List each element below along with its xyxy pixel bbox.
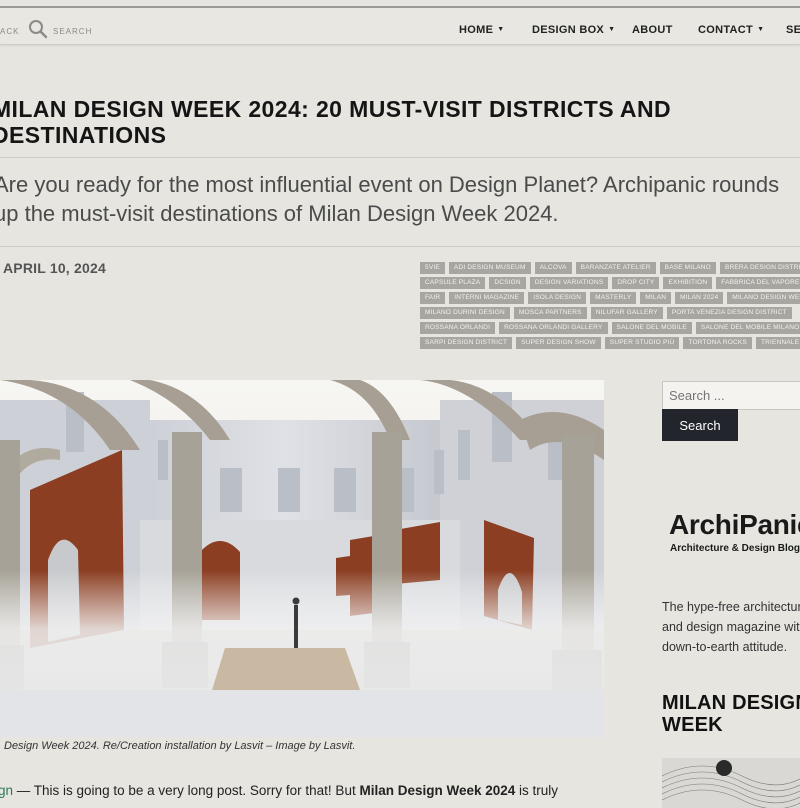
nav-about-label: ABOUT [632,24,673,36]
title-divider [0,157,800,158]
tag-link[interactable]: SUPER DESIGN SHOW [516,337,601,349]
search-icon[interactable] [28,19,48,39]
tag-link[interactable]: SARPI DESIGN DISTRICT [420,337,513,349]
tag-link[interactable]: FAIR [420,292,446,304]
body-bold-text: Milan Design Week 2024 [359,783,516,798]
caret-down-icon: ▼ [497,26,505,33]
post-date: APRIL 10, 2024 [3,260,106,276]
tag-link[interactable]: BASE MILANO [659,262,716,274]
caption-credit: Image by Lasvit. [275,740,356,752]
body-link[interactable]: gn [0,783,13,798]
tag-link[interactable]: SUPER STUDIO PIÙ [604,337,680,349]
tag-link[interactable]: SALONE DEL MOBILE MILANO [695,322,800,334]
tag-link[interactable]: BRERA DESIGN DISTRICT [719,262,800,274]
nav-search-item-label: SE [786,24,800,36]
article-subtitle: Are you ready for the most influential e… [0,172,780,226]
tag-link[interactable]: BARANZATE ATELIER [575,262,656,274]
main-navigation: ACK SEARCH HOME ▼ DESIGN BOX ▼ ABOUT CONTA… [0,8,800,45]
nav-contact[interactable]: CONTACT ▼ [698,24,764,36]
nav-home[interactable]: HOME ▼ [459,24,504,36]
tag-link[interactable]: DCSIGN [489,277,526,289]
caret-down-icon: ▼ [608,26,616,33]
tag-link[interactable]: TRIENNALE [755,337,800,349]
tag-link[interactable]: ROSSANA ORLANDI [420,322,496,334]
tag-link[interactable]: 5VIE [420,262,445,274]
nav-about[interactable]: ABOUT [632,24,673,36]
courtyard-installation-image [0,380,604,737]
nav-contact-label: CONTACT [698,24,754,36]
tag-link[interactable]: TORTONA ROCKS [683,337,752,349]
nav-left-fragment[interactable]: ACK [0,27,19,36]
logo-tagline: Architecture & Design Blogazine [670,543,800,554]
tag-link[interactable]: NILUFAR GALLERY [590,307,663,319]
tag-link[interactable]: MASTERLY [590,292,637,304]
tag-link[interactable]: DESIGN VARIATIONS [529,277,609,289]
tag-link[interactable]: MILANO DURINI DESIGN [420,307,510,319]
sidebar-heading: MILAN DESIGN WEEK [662,692,800,736]
tag-link[interactable]: MILANO DESIGN WEEK [727,292,800,304]
tag-link[interactable]: ROSSANA ORLANDI GALLERY [499,322,608,334]
sidebar-thumbnail-image[interactable] [662,758,800,808]
body-text-2: is truly [515,783,559,798]
tag-link[interactable]: SALONE DEL MOBILE [611,322,692,334]
tag-link[interactable]: ALCOVA [534,262,572,274]
caption-text: Design Week 2024. Re/Creation installati… [4,740,276,752]
tag-link[interactable]: MOSCA PARTNERS [513,307,587,319]
tag-link[interactable]: ISOLA DESIGN [528,292,587,304]
sidebar-search-button[interactable]: Search [662,409,738,441]
nav-search-label[interactable]: SEARCH [53,27,92,36]
nav-search-item[interactable]: SE [786,24,800,36]
tag-link[interactable]: ADI DESIGN MUSEUM [448,262,531,274]
article-body-intro: gn — This is going to be a very long pos… [0,783,558,798]
article-title: MILAN DESIGN WEEK 2024: 20 MUST-VISIT DI… [0,96,671,148]
nav-design-box-label: DESIGN BOX [532,24,605,36]
archipanic-logo[interactable]: ArchiPanic [669,509,800,541]
image-caption: Design Week 2024. Re/Creation installati… [4,740,355,752]
tag-link[interactable]: EXHIBITION [663,277,713,289]
nav-design-box[interactable]: DESIGN BOX ▼ [532,24,615,36]
subtitle-divider [0,246,800,247]
tag-link[interactable]: DROP CITY [612,277,660,289]
tag-link[interactable]: MILAN 2024 [675,292,724,304]
sidebar-thumbnail-art [662,758,800,808]
caret-down-icon: ▼ [757,26,765,33]
sidebar-search-input[interactable] [662,381,800,410]
tag-link[interactable]: FABBRICA DEL VAPORE [716,277,800,289]
hero-image [0,380,604,737]
nav-home-label: HOME [459,24,494,36]
tag-link[interactable]: MILAN [640,292,672,304]
tag-cloud: 5VIE ADI DESIGN MUSEUM ALCOVA BARANZATE ATE… [420,262,800,349]
sidebar-description: The hype-free architecture and design ma… [662,600,800,654]
tag-link[interactable]: INTERNI MAGAZINE [449,292,525,304]
body-text-1: — This is going to be a very long post. … [13,783,360,798]
tag-link[interactable]: CAPSULE PLAZA [420,277,486,289]
tag-link[interactable]: PORTA VENEZIA DESIGN DISTRICT [666,307,792,319]
